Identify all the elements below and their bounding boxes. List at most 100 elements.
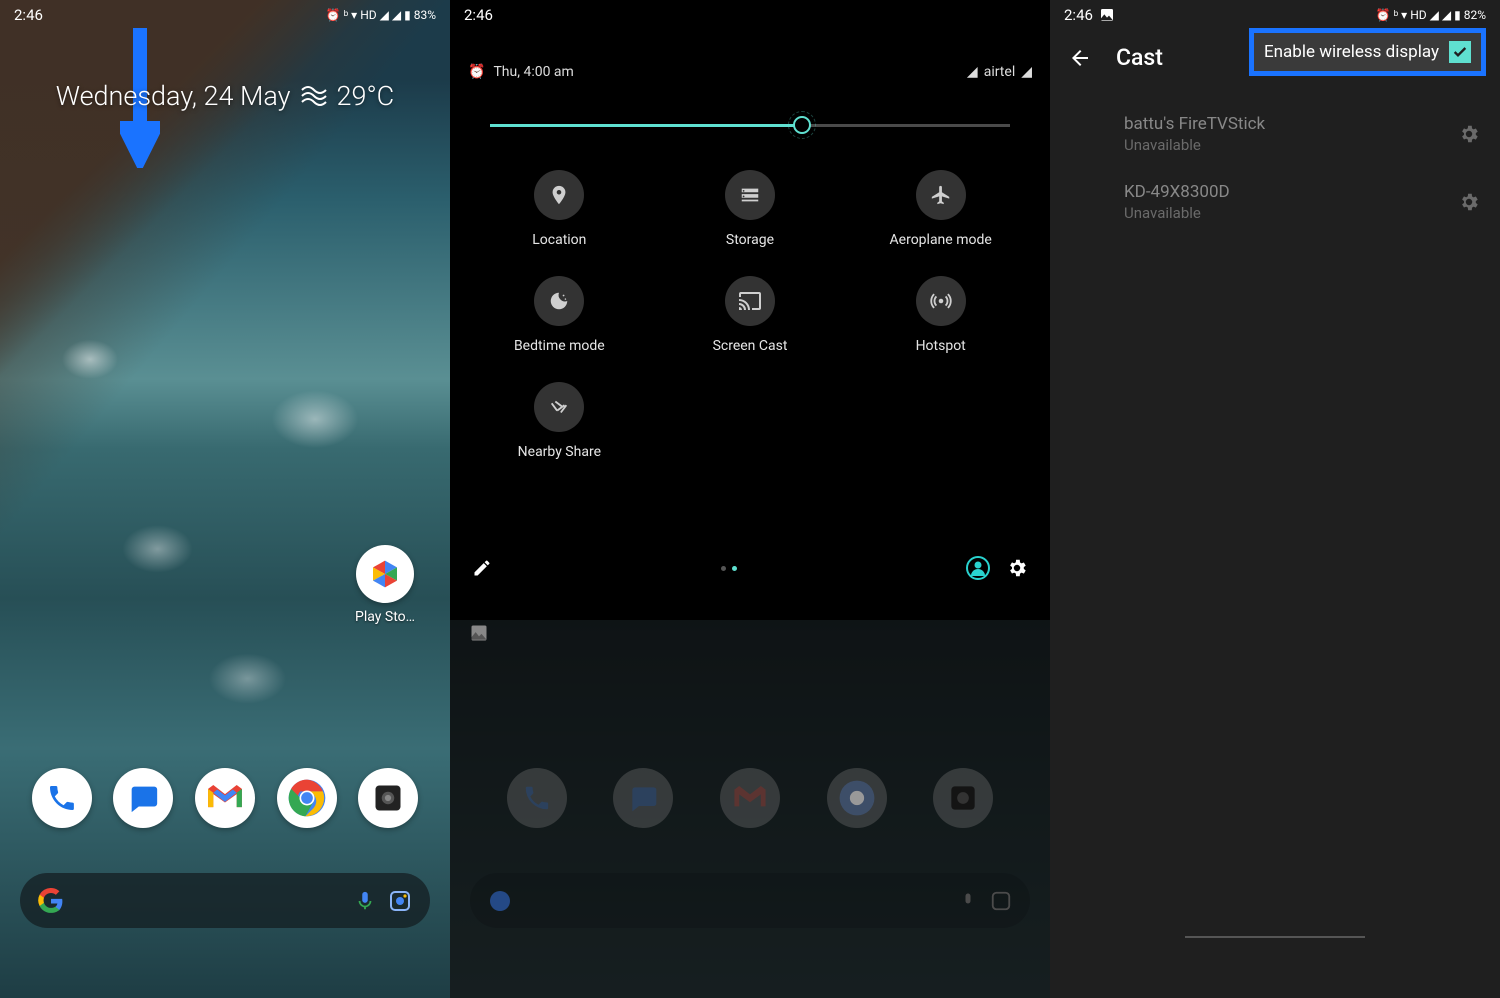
- bedtime-icon: [534, 276, 584, 326]
- qs-label: Aeroplane mode: [890, 232, 992, 248]
- location-icon: [534, 170, 584, 220]
- app-messages[interactable]: [113, 768, 173, 828]
- play-store-label: Play Sto…: [355, 609, 415, 625]
- status-bar: 2:46: [450, 0, 1050, 30]
- qs-label: Screen Cast: [713, 338, 788, 354]
- bluetooth-icon: ᵇ: [1394, 8, 1399, 22]
- image-notif-icon: [1099, 7, 1115, 23]
- hd-icon: HD: [1410, 8, 1426, 22]
- enable-checkbox[interactable]: [1449, 41, 1471, 63]
- qs-tile-nearbyshare[interactable]: Nearby Share: [464, 382, 655, 460]
- bluetooth-icon: ᵇ: [344, 8, 349, 22]
- app-chrome[interactable]: [277, 768, 337, 828]
- lens-icon: [990, 890, 1012, 912]
- qs-label: Nearby Share: [518, 444, 601, 460]
- dock: [0, 768, 450, 828]
- edit-button[interactable]: [472, 558, 492, 578]
- date-text: Wednesday, 24 May: [56, 80, 291, 112]
- mic-icon: [958, 891, 978, 911]
- qs-label: Storage: [726, 232, 774, 248]
- user-button[interactable]: [966, 556, 990, 580]
- signal2-icon: ◢: [1442, 8, 1451, 22]
- panel-home-screen: 2:46 ⏰ ᵇ ▾ HD ◢ ◢ ▮ 83% Wednesday, 24 Ma…: [0, 0, 450, 998]
- device-status: Unavailable: [1124, 136, 1458, 154]
- qs-tile-location[interactable]: Location: [464, 170, 655, 248]
- qs-carrier: airtel: [984, 64, 1016, 80]
- app-chrome-dim: [827, 768, 887, 828]
- cast-device-item[interactable]: battu's FireTVStick Unavailable: [1050, 100, 1500, 168]
- status-time: 2:46: [1064, 6, 1093, 24]
- settings-button[interactable]: [1006, 557, 1028, 579]
- date-weather-widget[interactable]: Wednesday, 24 May 29°C: [0, 80, 450, 112]
- google-search-bar-dim: [470, 873, 1030, 928]
- qs-date: Thu, 4:00 am: [493, 64, 573, 80]
- app-phone-dim: [507, 768, 567, 828]
- cast-device-list: battu's FireTVStick Unavailable KD-49X83…: [1050, 100, 1500, 236]
- panel-quick-settings: 2:46 ⏰ Thu, 4:00 am ◢ airtel ◢ Location …: [450, 0, 1050, 998]
- wifi-icon: ▾: [351, 8, 357, 22]
- hd-icon: HD: [360, 8, 376, 22]
- back-button[interactable]: [1068, 46, 1092, 70]
- qs-grid: Location Storage Aeroplane mode Bedtime …: [450, 160, 1050, 470]
- qs-header: ⏰ Thu, 4:00 am ◢ airtel ◢: [450, 64, 1050, 80]
- qs-tile-storage[interactable]: Storage: [655, 170, 846, 248]
- status-bar: 2:46 ⏰ ᵇ ▾ HD ◢ ◢ ▮ 82%: [1050, 0, 1500, 30]
- status-bar: 2:46 ⏰ ᵇ ▾ HD ◢ ◢ ▮ 83%: [0, 0, 450, 30]
- app-messages-dim: [613, 768, 673, 828]
- signal-icon: ◢: [380, 8, 389, 22]
- battery-icon: ▮: [404, 8, 411, 22]
- qs-tile-screencast[interactable]: Screen Cast: [655, 276, 846, 354]
- app-gmail-dim: [720, 768, 780, 828]
- storage-icon: [725, 170, 775, 220]
- status-time: 2:46: [464, 6, 493, 24]
- panel-cast-screen: 2:46 ⏰ ᵇ ▾ HD ◢ ◢ ▮ 82% Cast Enable wire…: [1050, 0, 1500, 998]
- status-icons: ⏰ ᵇ ▾ HD ◢ ◢ ▮ 82%: [1376, 8, 1486, 22]
- device-settings-button[interactable]: [1458, 191, 1480, 213]
- nearbyshare-icon: [534, 382, 584, 432]
- signal2-icon: ◢: [392, 8, 401, 22]
- enable-wireless-display-box[interactable]: Enable wireless display: [1249, 28, 1486, 76]
- dock-dimmed: [450, 768, 1050, 828]
- device-status: Unavailable: [1124, 204, 1458, 222]
- hotspot-icon: [916, 276, 966, 326]
- signal2-icon: ◢: [1021, 64, 1032, 80]
- qs-tile-aeroplane[interactable]: Aeroplane mode: [845, 170, 1036, 248]
- cast-title: Cast: [1116, 44, 1163, 71]
- qs-footer: [450, 556, 1050, 580]
- brightness-thumb[interactable]: [793, 116, 811, 134]
- brightness-slider[interactable]: [490, 110, 1010, 140]
- google-search-bar[interactable]: [20, 873, 430, 928]
- qs-label: Hotspot: [916, 338, 966, 354]
- alarm-icon: ⏰: [468, 64, 485, 80]
- app-camera-dim: [933, 768, 993, 828]
- page-dots: [721, 566, 737, 571]
- alarm-icon: ⏰: [1376, 8, 1391, 22]
- wifi-icon: ▾: [1401, 8, 1407, 22]
- battery-percent: 83%: [414, 8, 436, 22]
- device-settings-button[interactable]: [1458, 123, 1480, 145]
- app-play-store[interactable]: Play Sto…: [355, 545, 415, 625]
- device-name: battu's FireTVStick: [1124, 114, 1458, 134]
- google-g-icon: [38, 888, 64, 914]
- battery-icon: ▮: [1454, 8, 1461, 22]
- play-store-icon: [356, 545, 414, 603]
- mic-icon[interactable]: [354, 890, 376, 912]
- qs-tile-bedtime[interactable]: Bedtime mode: [464, 276, 655, 354]
- status-icons: ⏰ ᵇ ▾ HD ◢ ◢ ▮ 83%: [326, 8, 436, 22]
- cast-icon: [725, 276, 775, 326]
- qs-tile-hotspot[interactable]: Hotspot: [845, 276, 1036, 354]
- aeroplane-icon: [916, 170, 966, 220]
- temperature-text: 29°C: [337, 80, 395, 112]
- cast-device-item[interactable]: KD-49X8300D Unavailable: [1050, 168, 1500, 236]
- lens-icon[interactable]: [388, 889, 412, 913]
- signal-icon: ◢: [1430, 8, 1439, 22]
- alarm-icon: ⏰: [326, 8, 341, 22]
- battery-percent: 82%: [1464, 8, 1486, 22]
- device-name: KD-49X8300D: [1124, 182, 1458, 202]
- app-phone[interactable]: [32, 768, 92, 828]
- app-gmail[interactable]: [195, 768, 255, 828]
- app-camera[interactable]: [358, 768, 418, 828]
- media-thumbnail[interactable]: [464, 618, 494, 648]
- enable-label: Enable wireless display: [1264, 42, 1439, 62]
- qs-label: Bedtime mode: [514, 338, 605, 354]
